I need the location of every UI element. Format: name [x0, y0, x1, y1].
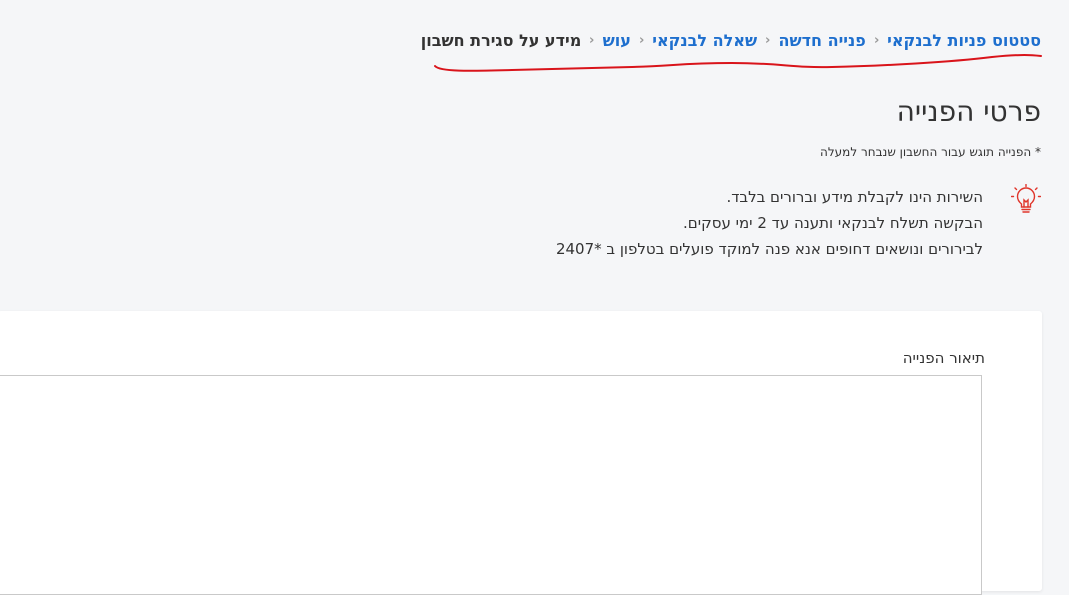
- description-label: תיאור הפנייה: [902, 349, 985, 367]
- breadcrumb-item-new-request[interactable]: פנייה חדשה: [779, 31, 866, 50]
- account-note: * הפנייה תוגש עבור החשבון שנבחר למעלה: [820, 145, 1041, 159]
- info-text: השירות הינו לקבלת מידע וברורים בלבד. הבק…: [556, 184, 983, 262]
- page-title: פרטי הפנייה: [896, 95, 1041, 128]
- lightbulb-icon: [1011, 184, 1041, 213]
- breadcrumb-item-banker-question[interactable]: שאלה לבנקאי: [652, 31, 757, 50]
- info-line: לבירורים ונושאים דחופים אנא פנה למוקד פו…: [555, 240, 983, 258]
- chevron-separator-icon: ›: [765, 33, 771, 48]
- chevron-separator-icon: ›: [589, 33, 595, 48]
- breadcrumb-current: מידע על סגירת חשבון: [420, 31, 582, 50]
- breadcrumb-item-current-account[interactable]: עוש: [603, 31, 631, 50]
- description-textarea[interactable]: [0, 375, 982, 595]
- page: סטטוס פניות לבנקאי › פנייה חדשה › שאלה ל…: [0, 0, 1069, 595]
- breadcrumb-item-request-status[interactable]: סטטוס פניות לבנקאי: [887, 31, 1041, 50]
- info-block: השירות הינו לקבלת מידע וברורים בלבד. הבק…: [556, 184, 1041, 262]
- info-line: השירות הינו לקבלת מידע וברורים בלבד.: [726, 188, 983, 206]
- breadcrumb: סטטוס פניות לבנקאי › פנייה חדשה › שאלה ל…: [421, 31, 1041, 50]
- info-line: הבקשה תשלח לבנקאי ותענה עד 2 ימי עסקים.: [683, 214, 983, 232]
- chevron-separator-icon: ›: [873, 33, 880, 48]
- chevron-separator-icon: ›: [638, 33, 645, 48]
- red-underline-annotation: [434, 54, 1042, 72]
